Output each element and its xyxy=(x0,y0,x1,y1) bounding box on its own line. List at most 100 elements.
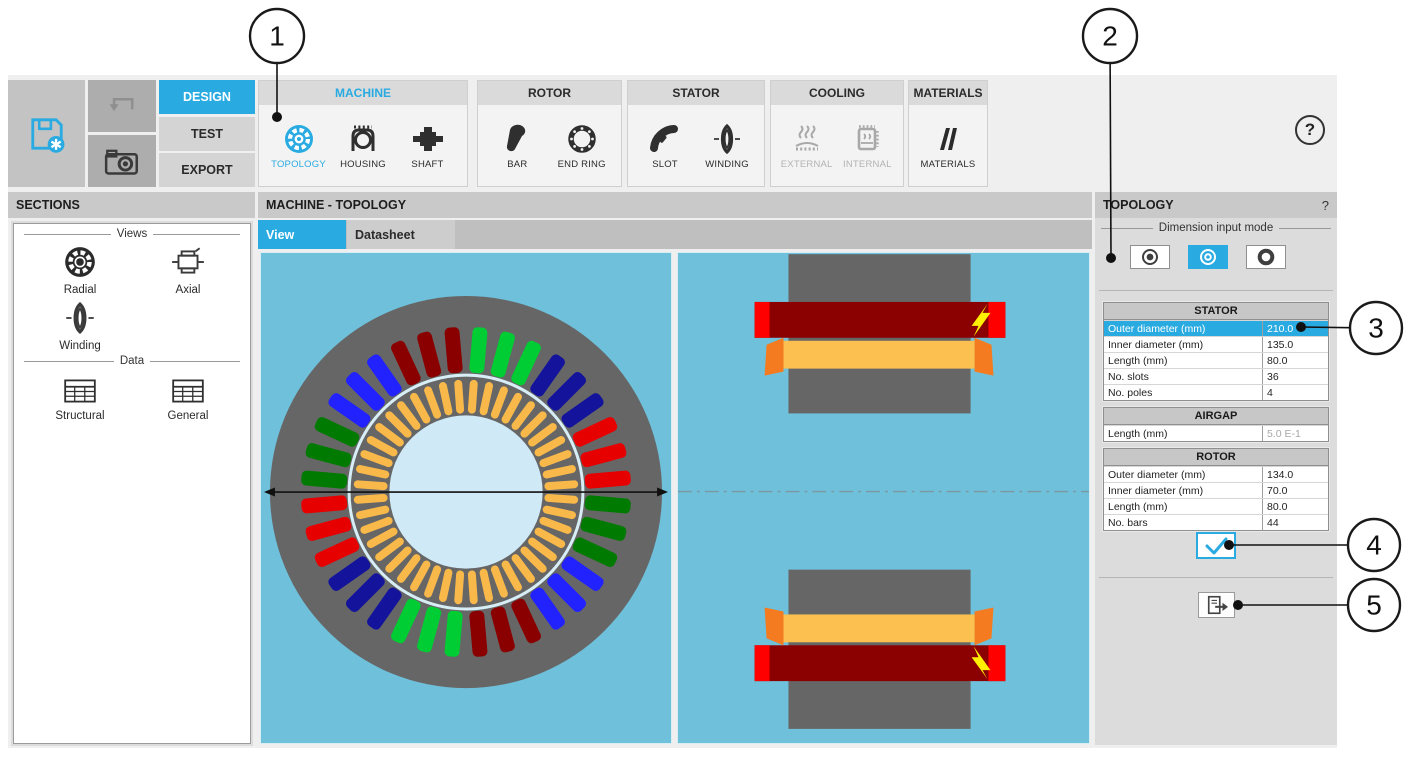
undo-button[interactable] xyxy=(88,80,156,132)
ribbon-item-end-ring[interactable]: END RING xyxy=(553,122,611,170)
ribbon-item-housing[interactable]: HOUSING xyxy=(334,122,392,170)
row-value[interactable]: 4 xyxy=(1262,385,1328,400)
ribbon-item-shaft[interactable]: SHAFT xyxy=(399,122,457,170)
row-value[interactable]: 70.0 xyxy=(1262,483,1328,498)
dimension-mode-radius-button[interactable] xyxy=(1188,245,1228,269)
checkmark-icon xyxy=(1205,537,1228,554)
winding-coil-icon xyxy=(714,123,740,155)
row-label: Inner diameter (mm) xyxy=(1108,338,1204,351)
apply-dimensions-button[interactable] xyxy=(1196,532,1236,559)
row-value[interactable]: 134.0 xyxy=(1262,467,1328,482)
tab-view[interactable]: View xyxy=(258,220,346,249)
row-label: Length (mm) xyxy=(1108,427,1168,440)
help-question-icon: ? xyxy=(1304,120,1316,139)
ribbon-group-cooling: COOLING EXTERNAL INTERNAL xyxy=(770,80,904,187)
ribbon-item-label: HOUSING xyxy=(340,159,386,170)
row-value[interactable]: 36 xyxy=(1262,369,1328,384)
row-value[interactable]: 5.0 E-1 xyxy=(1262,426,1328,441)
sidebar-item-general[interactable]: General xyxy=(138,376,238,422)
table-title: AIRGAP xyxy=(1104,408,1328,425)
radial-cross-section-view[interactable] xyxy=(260,252,672,744)
table-row[interactable]: Inner diameter (mm) 135.0 xyxy=(1104,336,1328,352)
ribbon-item-bar[interactable]: BAR xyxy=(488,122,546,170)
sidebar-item-label: General xyxy=(167,410,209,422)
sidebar-item-structural[interactable]: Structural xyxy=(30,376,130,422)
radial-view-icon xyxy=(65,247,95,277)
general-table-icon xyxy=(172,379,204,403)
ribbon-item-winding[interactable]: WINDING xyxy=(698,122,756,170)
ribbon-item-topology[interactable]: TOPOLOGY xyxy=(270,122,328,170)
view-tabbar: View Datasheet xyxy=(258,220,1092,249)
ribbon-item-slot[interactable]: SLOT xyxy=(636,122,694,170)
screenshot-button[interactable] xyxy=(88,135,156,187)
dimension-tables: STATOR Outer diameter (mm) 210.0 Inner diam… xyxy=(1103,302,1329,537)
main-view-title: MACHINE - TOPOLOGY xyxy=(258,192,1092,218)
callout-number: 2 xyxy=(1102,21,1118,52)
table-row[interactable]: Length (mm) 5.0 E-1 xyxy=(1104,425,1328,441)
airgap-table: AIRGAP Length (mm) 5.0 E-1 xyxy=(1103,407,1329,442)
end-ring-icon xyxy=(567,125,596,153)
dimension-input-mode-legend: Dimension input mode xyxy=(1101,222,1331,234)
panel-separator xyxy=(1099,577,1333,578)
ribbon-item-label: TOPOLOGY xyxy=(271,159,326,170)
callout-number: 1 xyxy=(269,21,285,52)
table-title: ROTOR xyxy=(1104,449,1328,466)
row-value[interactable]: 80.0 xyxy=(1262,499,1328,514)
row-value[interactable]: 210.0 xyxy=(1262,321,1328,336)
housing-icon xyxy=(351,125,375,151)
save-button[interactable] xyxy=(8,80,85,187)
row-value[interactable]: 135.0 xyxy=(1262,337,1328,352)
shaft-icon xyxy=(412,127,443,151)
row-label: Length (mm) xyxy=(1108,354,1168,367)
ribbon-item-label: END RING xyxy=(557,159,606,170)
dimension-mode-diameter-button[interactable] xyxy=(1130,245,1170,269)
sidebar-item-radial[interactable]: Radial xyxy=(30,244,130,296)
table-row[interactable]: Length (mm) 80.0 xyxy=(1104,498,1328,514)
sidebar-item-label: Radial xyxy=(63,284,97,296)
tab-design[interactable]: DESIGN xyxy=(159,80,255,114)
winding-view-icon xyxy=(66,301,94,335)
tab-test[interactable]: TEST xyxy=(159,117,255,151)
help-button[interactable]: ? xyxy=(1295,115,1325,145)
sidebar-item-winding[interactable]: Winding xyxy=(30,300,130,352)
panel-help-icon[interactable]: ? xyxy=(1322,198,1329,213)
table-row[interactable]: Outer diameter (mm) 210.0 xyxy=(1104,320,1328,336)
data-legend: Data xyxy=(24,355,240,367)
dimension-mode-ring-button[interactable] xyxy=(1246,245,1286,269)
ribbon-item-label: WINDING xyxy=(705,159,749,170)
row-value[interactable]: 44 xyxy=(1262,515,1328,530)
stator-table: STATOR Outer diameter (mm) 210.0 Inner diam… xyxy=(1103,302,1329,401)
table-row[interactable]: No. bars 44 xyxy=(1104,514,1328,530)
topology-panel-header: TOPOLOGY ? xyxy=(1095,192,1337,218)
sidebar-item-axial[interactable]: Axial xyxy=(138,244,238,296)
save-floppy-icon xyxy=(30,117,64,153)
axial-cross-section-view[interactable] xyxy=(677,252,1090,744)
axial-motor-drawing xyxy=(678,254,1089,729)
table-row[interactable]: Inner diameter (mm) 70.0 xyxy=(1104,482,1328,498)
ribbon-item-label: SHAFT xyxy=(411,159,444,170)
row-label: Length (mm) xyxy=(1108,500,1168,513)
table-row[interactable]: Outer diameter (mm) 134.0 xyxy=(1104,466,1328,482)
axial-view-icon xyxy=(172,247,204,274)
table-row[interactable]: No. slots 36 xyxy=(1104,368,1328,384)
ribbon-item-label: INTERNAL xyxy=(843,159,892,170)
table-row[interactable]: No. poles 4 xyxy=(1104,384,1328,400)
materials-group-title: MATERIALS xyxy=(909,81,987,105)
export-topology-button[interactable] xyxy=(1198,592,1235,618)
machine-group-title: MACHINE xyxy=(259,81,467,105)
ribbon-group-materials: MATERIALS MATERIALS xyxy=(908,80,988,187)
callout-number: 5 xyxy=(1366,590,1382,621)
tab-datasheet[interactable]: Datasheet xyxy=(347,220,455,249)
ribbon-item-materials[interactable]: MATERIALS xyxy=(919,122,977,170)
row-value[interactable]: 80.0 xyxy=(1262,353,1328,368)
structural-table-icon xyxy=(64,379,96,403)
table-row[interactable]: Length (mm) 80.0 xyxy=(1104,352,1328,368)
camera-icon xyxy=(104,149,138,175)
callout-circle xyxy=(1081,7,1139,65)
arrowhead-right xyxy=(657,487,669,497)
topology-gear-icon xyxy=(284,125,313,153)
stator-group-title: STATOR xyxy=(628,81,764,105)
rotor-bar-icon xyxy=(507,124,526,152)
tab-export[interactable]: EXPORT xyxy=(159,153,255,187)
sidebar-item-label: Winding xyxy=(59,340,101,352)
